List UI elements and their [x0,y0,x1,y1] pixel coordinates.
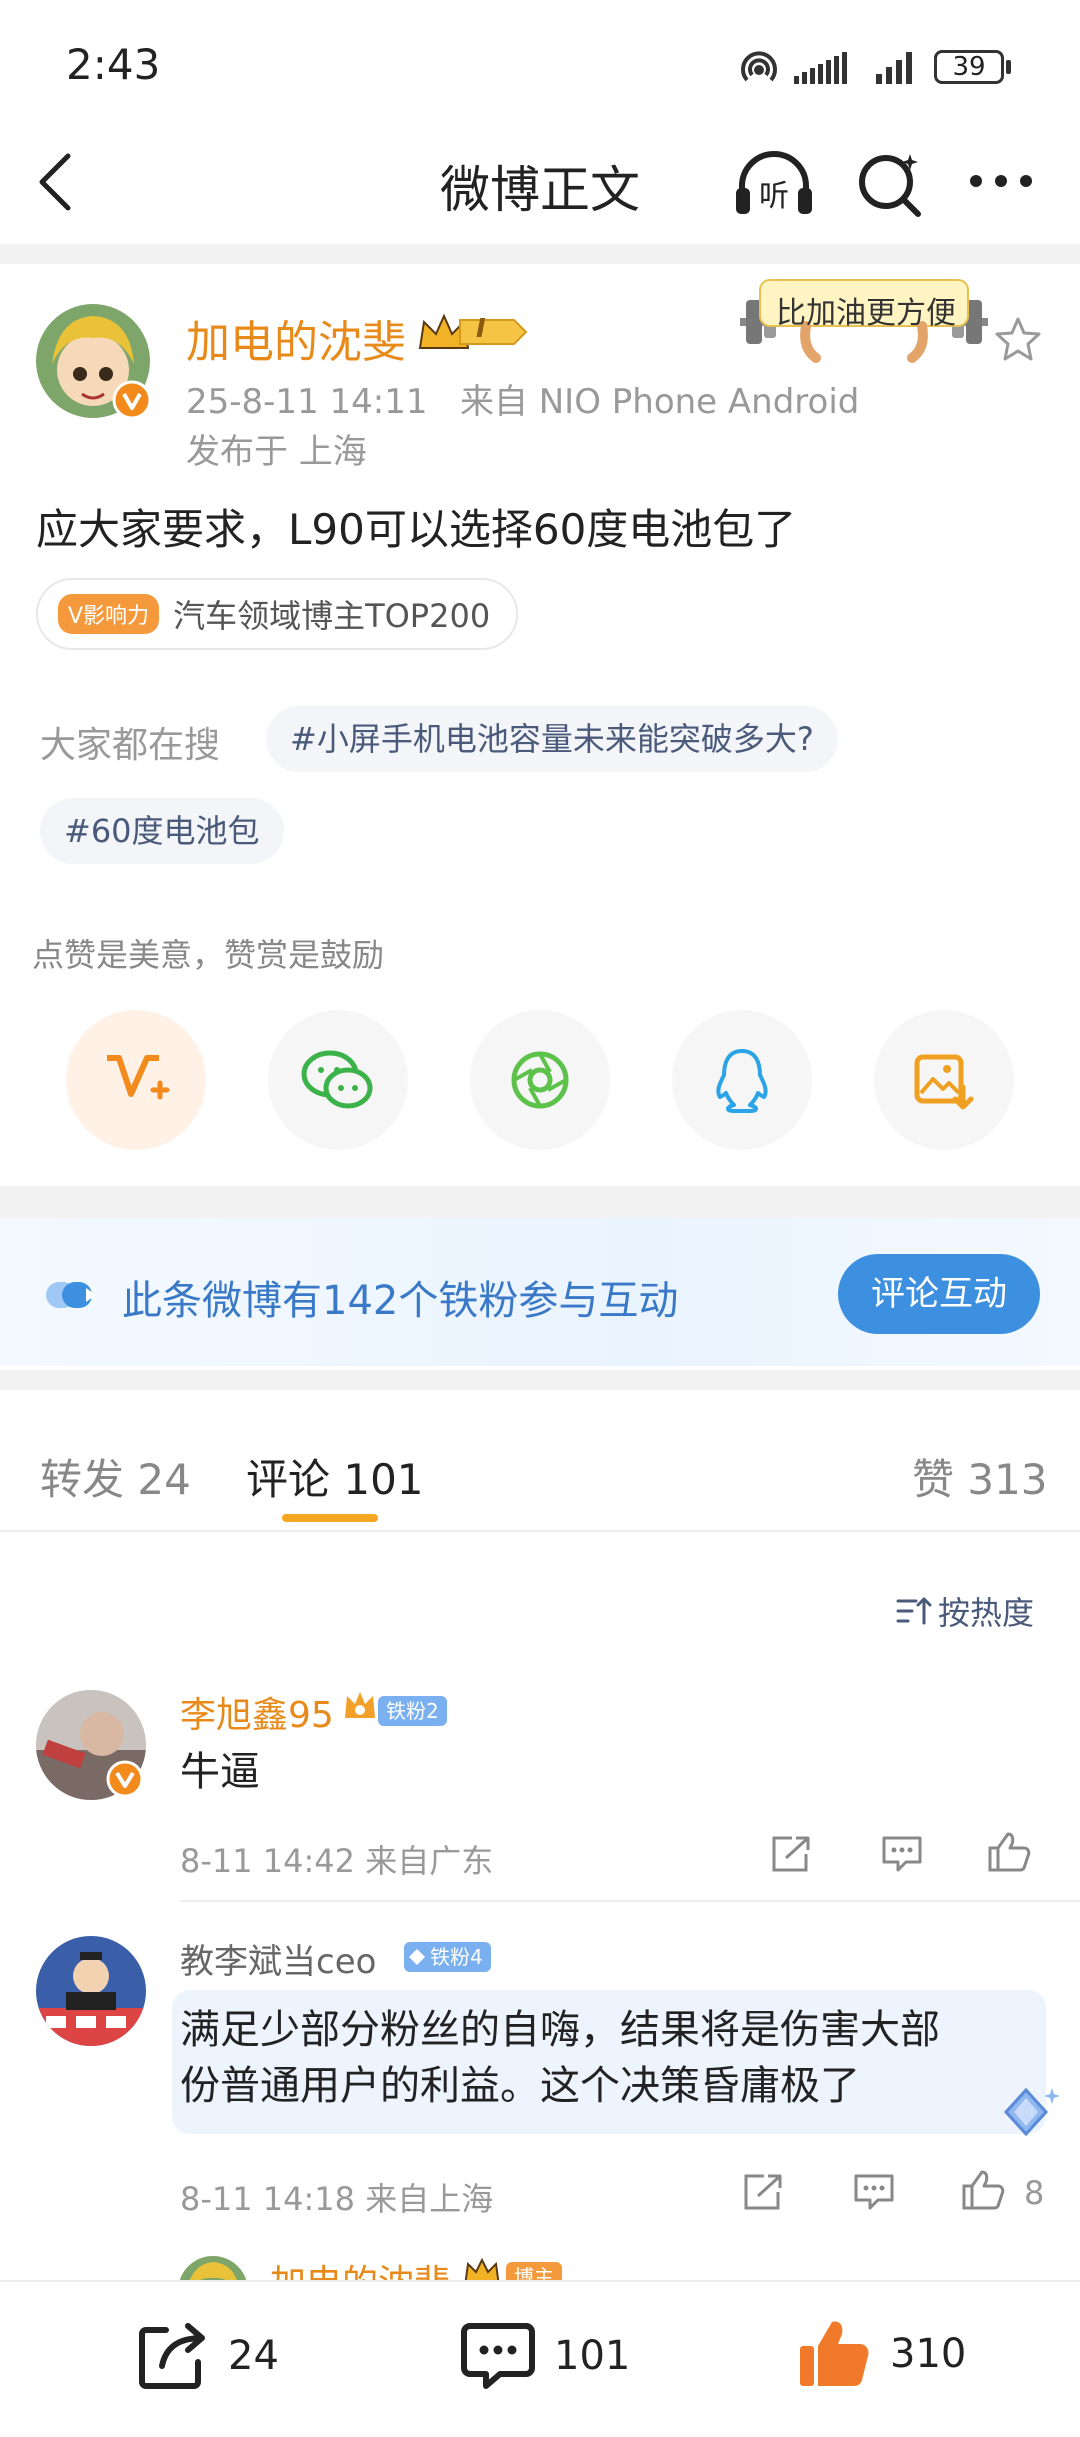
tab-like[interactable]: 赞 313 [912,1446,1048,1507]
favorite-star-icon[interactable] [994,316,1042,362]
tabs-divider [0,1530,1080,1532]
comment-author[interactable]: 李旭鑫95 [180,1686,334,1738]
comment-text-line: 份普通用户的利益。这个决策昏庸极了 [180,2063,860,2109]
more-options-icon[interactable] [966,170,1036,192]
comment-author[interactable]: 教李斌当ceo [180,1934,376,1983]
influence-badge: V影响力 [58,594,160,634]
comment-share-icon[interactable] [742,2172,784,2212]
bottom-comment-button[interactable]: 101 [460,2320,630,2392]
verified-badge-icon [112,380,152,420]
svg-text:听: 听 [759,179,789,214]
reward-tip: 点赞是美意，赞赏是鼓励 [32,936,385,974]
signal-icon [792,50,856,84]
trending-topic[interactable]: #小屏手机电池容量未来能突破多大? [266,706,838,772]
comment-text: 牛逼 [180,1749,260,1795]
section-divider [0,244,1080,264]
level-badge-text: I [476,314,486,344]
hotspot-icon [738,48,780,88]
sort-label: 按热度 [938,1594,1035,1632]
share-moments-button[interactable] [470,1010,610,1150]
share-wechat-button[interactable] [268,1010,408,1150]
diamond-icon [408,1948,426,1966]
post-source: 来自 NIO Phone Android [459,382,860,422]
tab-comment[interactable]: 评论 101 [246,1446,424,1507]
section-divider [0,1370,1080,1390]
trending-topic[interactable]: #60度电池包 [40,798,284,864]
tab-repost[interactable]: 转发 24 [40,1446,191,1507]
comment-interact-button[interactable]: 评论互动 [838,1254,1040,1334]
comment-text-line: 满足少部分粉丝的自嗨，结果将是伤害大部 [180,2007,940,2053]
diamond-sparkle-icon [996,2084,1062,2140]
comment-share-icon[interactable] [770,1834,812,1874]
comment-like-count: 8 [1024,2174,1045,2212]
comment-meta: 8-11 14:18 来自上海 [180,2180,494,2218]
fan-crown-icon [342,1688,378,1724]
comment-icon [461,2323,535,2389]
influence-tag[interactable]: V影响力 汽车领域博主TOP200 [36,578,519,650]
comment-reply-icon[interactable] [880,1834,924,1874]
comment-reply-icon[interactable] [852,2172,896,2212]
repost-icon [139,2323,205,2389]
comment-avatar[interactable] [36,1936,146,2046]
bottom-comment-count: 101 [554,2333,631,2379]
post-location: 发布于 上海 [186,432,367,472]
author-name[interactable]: 加电的沈斐 [186,306,406,370]
sort-button[interactable]: 按热度 [896,1588,1034,1634]
post-timestamp: 25-8-11 14:11 [186,382,428,422]
fan-badge: 铁粉2 [378,1696,447,1726]
verified-badge-icon [106,1760,144,1798]
trending-search-label: 大家都在搜 [40,725,221,766]
post-text: 应大家要求，L90可以选择60度电池包了 [36,505,797,554]
status-time: 2:43 [66,40,161,89]
comment-like-icon[interactable] [960,2168,1006,2212]
listen-headphones-icon[interactable]: 听 [732,148,816,218]
bottom-repost-button[interactable]: 24 [136,2320,279,2392]
influence-text: 汽车领域博主TOP200 [173,597,491,635]
crown-level-badge [416,310,528,354]
share-qq-button[interactable] [672,1010,812,1150]
bottom-like-button[interactable]: 310 [796,2316,966,2392]
section-divider [0,1186,1080,1218]
signal-icon-2 [874,50,920,84]
back-button[interactable] [34,152,78,212]
sticker-text: 比加油更方便 [776,296,956,331]
reward-button[interactable] [66,1010,206,1150]
comment-meta: 8-11 14:42 来自广东 [180,1842,494,1880]
search-icon[interactable] [852,146,926,220]
save-image-button[interactable] [874,1010,1014,1150]
bottom-like-count: 310 [890,2331,967,2377]
post-meta: 25-8-11 14:11 来自 NIO Phone Android [186,374,859,423]
comment-divider [180,1900,1080,1902]
comment-like-icon[interactable] [986,1830,1032,1874]
like-filled-icon [800,2321,869,2386]
battery-indicator: 39 [934,50,1004,84]
sort-icon [896,1597,932,1625]
battery-tip [1006,60,1011,74]
fans-banner-text: 此条微博有142个铁粉参与互动 [122,1278,679,1324]
bottom-repost-count: 24 [228,2333,279,2379]
active-tab-indicator [282,1514,378,1522]
fans-banner-icon [44,1278,100,1312]
